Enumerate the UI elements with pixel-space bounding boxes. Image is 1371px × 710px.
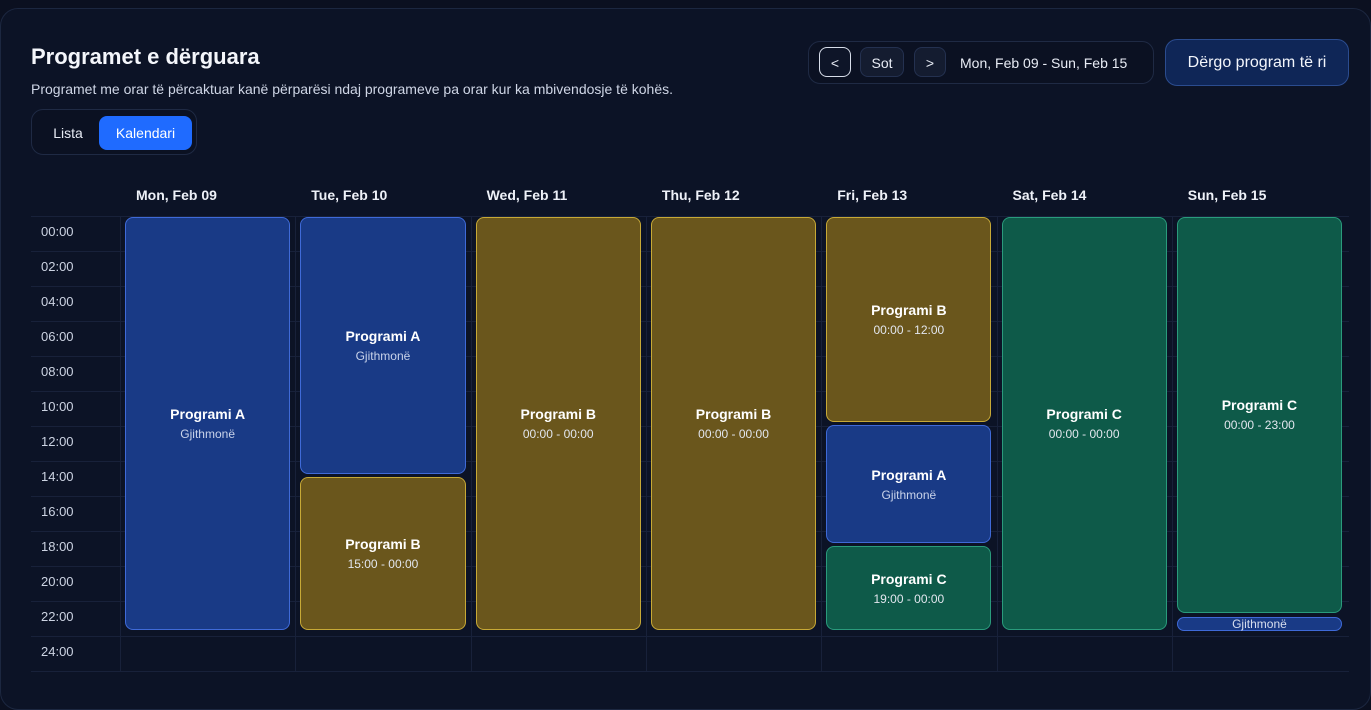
time-label: 00:00: [41, 224, 74, 239]
time-label: 16:00: [41, 504, 74, 519]
hour-gridline: [31, 671, 1349, 672]
time-label: 10:00: [41, 399, 74, 414]
day-column-divider: [996, 216, 998, 672]
event-name: Programi A: [170, 406, 246, 422]
day-column-divider: [295, 216, 297, 672]
day-header: Sat, Feb 14: [1012, 187, 1087, 203]
event-time: 00:00 - 00:00: [522, 427, 594, 441]
week-navigator: < Sot > Mon, Feb 09 - Sun, Feb 15: [808, 41, 1154, 84]
event-name: Programi B: [695, 406, 772, 422]
calendar-event[interactable]: Programi B 15:00 - 00:00: [300, 477, 466, 630]
day-column-divider: [645, 216, 647, 672]
day-header: Mon, Feb 09: [136, 187, 217, 203]
event-name: Programi C: [1221, 397, 1298, 414]
event-name: Programi A: [871, 466, 947, 483]
event-time: 00:00 - 00:00: [698, 427, 769, 441]
day-column-divider: [1171, 216, 1173, 672]
hour-gridline: [31, 636, 1349, 637]
time-label: 12:00: [41, 434, 74, 449]
event-name: Programi C: [1046, 406, 1122, 422]
day-column-divider: [821, 216, 823, 672]
calendar-event[interactable]: Programi C 19:00 - 00:00: [826, 546, 992, 630]
calendar-event[interactable]: Programi A Gjithmonë: [826, 425, 992, 544]
time-label: 24:00: [41, 644, 74, 659]
time-label: 22:00: [41, 609, 74, 624]
day-column-divider: [470, 216, 472, 672]
time-label: 06:00: [41, 329, 74, 344]
calendar-event[interactable]: Gjithmonë: [1176, 616, 1343, 631]
time-label: 18:00: [41, 539, 74, 554]
day-header: Thu, Feb 12: [661, 187, 740, 203]
calendar-event[interactable]: Programi A Gjithmonë: [300, 217, 466, 474]
page-title: Programet e dërguara: [31, 44, 260, 69]
calendar-view-button[interactable]: Kalendari: [99, 116, 192, 150]
week-calendar: Mon, Feb 09 Tue, Feb 10 Wed, Feb 11 Thu, Fe…: [31, 174, 1349, 672]
event-time: Gjithmonë: [1232, 616, 1287, 631]
time-label: 20:00: [41, 574, 74, 589]
event-name: Programi B: [345, 536, 421, 552]
event-name: Programi B: [520, 406, 596, 422]
send-new-program-button[interactable]: Dërgo program të ri: [1165, 39, 1349, 86]
time-label: 14:00: [41, 469, 74, 484]
event-time: Gjithmonë: [881, 487, 937, 502]
calendar-event[interactable]: Programi A Gjithmonë: [125, 217, 291, 630]
event-time: 19:00 - 00:00: [873, 591, 945, 606]
event-name: Programi A: [345, 328, 421, 344]
list-view-button[interactable]: Lista: [40, 116, 96, 150]
time-label: 08:00: [41, 364, 74, 379]
calendar-event[interactable]: Programi B 00:00 - 00:00: [475, 217, 641, 630]
event-time: Gjithmonë: [355, 349, 411, 363]
previous-week-button[interactable]: <: [819, 47, 851, 77]
day-header: Fri, Feb 13: [837, 187, 908, 203]
time-label: 02:00: [41, 259, 74, 274]
calendar-event[interactable]: Programi C 00:00 - 23:00: [1176, 217, 1343, 613]
week-range-label: Mon, Feb 09 - Sun, Feb 15: [960, 55, 1128, 71]
event-name: Programi B: [871, 302, 947, 318]
day-header: Sun, Feb 15: [1187, 187, 1267, 203]
calendar-event[interactable]: Programi B 00:00 - 12:00: [826, 217, 992, 422]
event-time: 15:00 - 00:00: [347, 557, 419, 571]
day-column-divider: [120, 216, 121, 672]
event-time: 00:00 - 00:00: [1048, 427, 1120, 441]
day-header: Tue, Feb 10: [311, 187, 388, 203]
time-label: 04:00: [41, 294, 74, 309]
next-week-button[interactable]: >: [914, 47, 946, 77]
view-toggle: Lista Kalendari: [31, 109, 197, 155]
event-name: Programi C: [871, 570, 947, 587]
event-time: Gjithmonë: [180, 427, 235, 441]
day-header: Wed, Feb 11: [486, 187, 568, 203]
event-time: 00:00 - 23:00: [1224, 418, 1295, 433]
calendar-event[interactable]: Programi C 00:00 - 00:00: [1001, 217, 1167, 630]
page-subtitle: Programet me orar të përcaktuar kanë për…: [31, 81, 673, 97]
today-button[interactable]: Sot: [860, 47, 904, 77]
event-time: 00:00 - 12:00: [873, 323, 945, 337]
calendar-event[interactable]: Programi B 00:00 - 00:00: [650, 217, 817, 630]
